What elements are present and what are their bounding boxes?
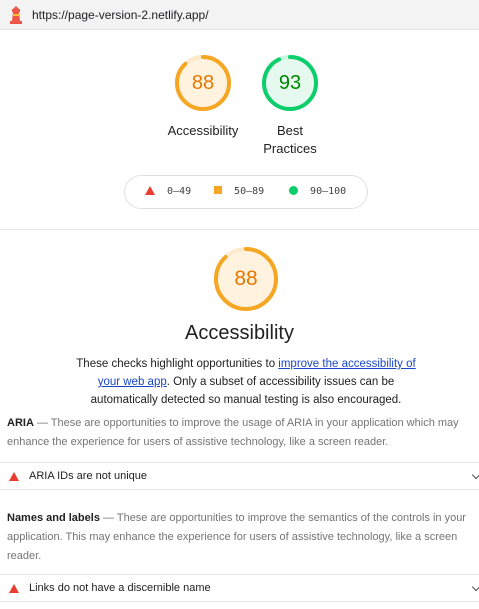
browser-topbar: https://page-version-2.netlify.app/	[0, 0, 479, 30]
aria-group-description: — These are opportunities to improve the…	[7, 417, 459, 448]
names-labels-group-header: Names and labels — These are opportuniti…	[7, 509, 473, 566]
pass-circle-icon	[289, 186, 298, 195]
best-practices-label-line1: Best	[276, 123, 303, 138]
audit-aria-ids-unique[interactable]: ARIA IDs are not unique	[0, 462, 479, 490]
accessibility-score-label[interactable]: Accessibility	[160, 122, 246, 140]
accessibility-score-gauge[interactable]: 88	[174, 54, 232, 112]
chevron-down-icon[interactable]	[471, 582, 479, 592]
category-description: These checks highlight opportunities to …	[68, 355, 424, 409]
fail-triangle-icon	[9, 584, 19, 593]
legend-fail: 0–49	[145, 186, 191, 197]
best-practices-score-label[interactable]: Best Practices	[247, 122, 333, 158]
names-labels-group-title: Names and labels	[7, 512, 100, 524]
fail-triangle-icon	[145, 186, 155, 195]
best-practices-score-gauge[interactable]: 93	[261, 54, 319, 112]
category-score-gauge: 88	[213, 246, 279, 312]
chevron-down-icon[interactable]	[471, 470, 479, 480]
section-divider	[0, 229, 479, 230]
legend-pass: 90–100	[289, 186, 346, 197]
lighthouse-logo-icon	[10, 6, 22, 24]
category-desc-before: These checks highlight opportunities to	[76, 358, 279, 370]
page-url[interactable]: https://page-version-2.netlify.app/	[32, 8, 209, 22]
accessibility-score-value: 88	[191, 72, 215, 94]
fail-triangle-icon	[9, 472, 19, 481]
audit-label: ARIA IDs are not unique	[29, 470, 148, 482]
aria-group-title: ARIA	[7, 417, 34, 429]
category-title: Accessibility	[185, 322, 294, 344]
audit-link-name[interactable]: Links do not have a discernible name	[0, 574, 479, 602]
aria-group-header: ARIA — These are opportunities to improv…	[7, 414, 473, 452]
average-square-icon	[214, 186, 222, 194]
legend-fail-range: 0–49	[167, 186, 192, 197]
legend-pass-range: 90–100	[310, 186, 347, 197]
legend-average-range: 50–89	[234, 186, 265, 197]
audit-label: Links do not have a discernible name	[29, 582, 211, 594]
score-legend: 0–49 50–89 90–100	[124, 175, 368, 209]
best-practices-label-line2: Practices	[263, 141, 317, 156]
category-score-value: 88	[234, 267, 258, 290]
legend-average: 50–89	[214, 186, 264, 197]
best-practices-score-value: 93	[278, 72, 302, 94]
